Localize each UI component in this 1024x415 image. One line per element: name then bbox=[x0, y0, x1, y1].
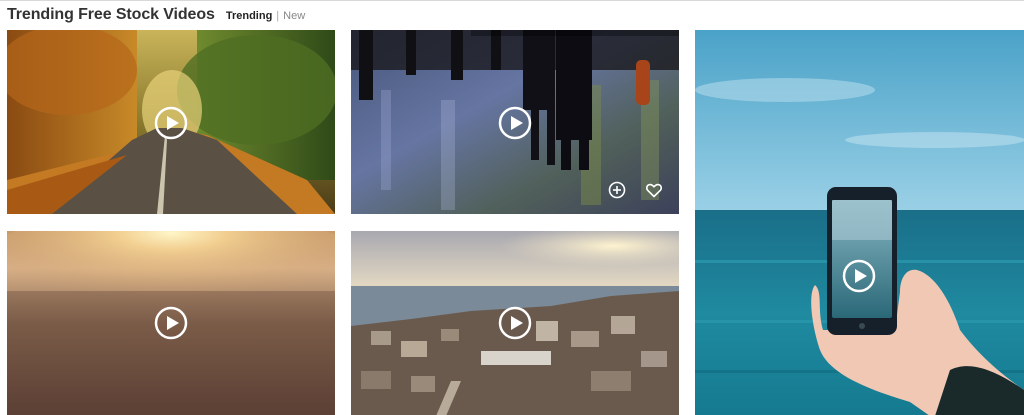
tab-separator: | bbox=[276, 10, 280, 22]
page: Trending Free Stock Videos Trending | Ne… bbox=[0, 0, 1024, 415]
tab-trending[interactable]: Trending bbox=[226, 10, 272, 22]
heart-icon[interactable] bbox=[645, 181, 663, 199]
video-tile-sunset-haze[interactable] bbox=[7, 231, 335, 415]
video-tile-autumn-road[interactable] bbox=[7, 30, 335, 214]
section-title: Trending Free Stock Videos bbox=[7, 6, 215, 23]
plus-circle-icon[interactable] bbox=[608, 181, 626, 199]
video-tile-phone-ocean[interactable] bbox=[695, 30, 1024, 415]
play-icon[interactable] bbox=[498, 306, 532, 340]
video-tile-walking-people[interactable] bbox=[351, 30, 679, 214]
video-thumbnail bbox=[695, 30, 1024, 415]
play-icon[interactable] bbox=[154, 306, 188, 340]
play-icon[interactable] bbox=[154, 106, 188, 140]
section-header: Trending Free Stock Videos Trending | Ne… bbox=[7, 6, 305, 26]
video-tile-coastal-town[interactable] bbox=[351, 231, 679, 415]
tab-new[interactable]: New bbox=[283, 10, 305, 22]
play-icon[interactable] bbox=[842, 259, 876, 293]
play-icon[interactable] bbox=[498, 106, 532, 140]
